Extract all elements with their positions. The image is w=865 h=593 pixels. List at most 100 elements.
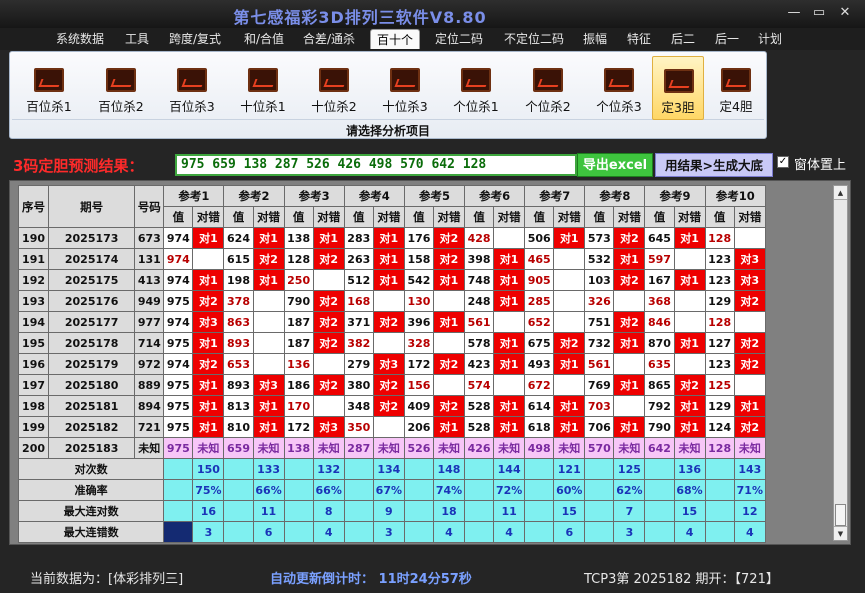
ref-mark [553, 290, 586, 312]
menu-item-9[interactable]: 特征 [622, 29, 656, 49]
stats-value: 148 [432, 458, 466, 480]
menu-item-2[interactable]: 跨度/复式 [164, 29, 226, 49]
stats-spacer [343, 500, 374, 522]
ref-value: 198 [223, 269, 254, 291]
ref-value: 790 [283, 290, 314, 312]
ref-value: 398 [464, 248, 495, 270]
menu-item-4[interactable]: 合差/通杀 [300, 29, 358, 49]
ref-mark: 对1 [493, 248, 526, 270]
ref-mark [432, 290, 466, 312]
ref-header: 参考5 [403, 185, 466, 207]
sub-header-value: 值 [704, 206, 735, 228]
scroll-thumb[interactable] [835, 504, 846, 526]
menu-item-0[interactable]: 系统数据 [52, 29, 108, 49]
ref-mark: 对2 [192, 290, 225, 312]
row-issue: 2025179 [48, 353, 136, 375]
menu-item-3[interactable]: 和/合值 [238, 29, 290, 49]
row-seq: 197 [17, 374, 50, 396]
prediction-value: 642 [644, 437, 675, 459]
chart-icon [604, 68, 634, 92]
menu-item-10[interactable]: 后二 [666, 29, 700, 49]
prediction-mark: 未知 [613, 437, 646, 459]
stats-spacer [163, 479, 194, 501]
ref-header: 参考7 [524, 185, 586, 207]
ref-value: 975 [163, 290, 194, 312]
ref-mark [493, 227, 526, 249]
sub-header-mark: 对错 [613, 206, 646, 228]
result-field[interactable]: 975 659 138 287 526 426 498 570 642 128 [175, 154, 577, 176]
title-bar: 第七感福彩3D排列三软件V8.80 — ▭ ✕ [0, 0, 865, 28]
result-label: 3码定胆预测结果： [13, 157, 144, 175]
ribbon-button-label: 百位杀2 [98, 99, 144, 114]
close-icon[interactable]: ✕ [832, 4, 858, 22]
prediction-value: 570 [584, 437, 615, 459]
ribbon-button-5[interactable]: 十位杀3 [370, 56, 440, 120]
row-seq: 200 [17, 437, 50, 459]
maximize-icon[interactable]: ▭ [806, 4, 832, 22]
ribbon-button-9[interactable]: 定3胆 [652, 56, 704, 120]
ref-mark: 对2 [553, 332, 586, 354]
ribbon-button-2[interactable]: 百位杀3 [157, 56, 227, 120]
ref-value: 893 [223, 332, 254, 354]
ribbon-button-8[interactable]: 个位杀3 [584, 56, 654, 120]
ribbon-button-7[interactable]: 个位杀2 [513, 56, 583, 120]
ref-mark: 对1 [192, 332, 225, 354]
prediction-mark: 未知 [192, 437, 225, 459]
row-seq: 195 [17, 332, 50, 354]
ribbon-button-label: 定4胆 [719, 99, 753, 114]
ref-value: 703 [584, 395, 615, 417]
ribbon-button-1[interactable]: 百位杀2 [86, 56, 156, 120]
ref-value: 348 [343, 395, 374, 417]
prediction-mark: 未知 [432, 437, 466, 459]
ref-mark: 对1 [192, 374, 225, 396]
menu-item-11[interactable]: 后一 [710, 29, 744, 49]
ref-value: 128 [283, 248, 314, 270]
export-excel-button[interactable]: 导出excel [577, 153, 653, 177]
vertical-scrollbar[interactable]: ▲ ▼ [833, 185, 848, 541]
ref-value: 103 [584, 269, 615, 291]
stay-on-top-checkbox[interactable]: ✓ [777, 156, 789, 168]
ref-mark [613, 395, 646, 417]
stats-spacer [524, 479, 555, 501]
ref-mark [312, 395, 345, 417]
row-issue: 2025176 [48, 290, 136, 312]
stats-value: 150 [192, 458, 225, 480]
ref-mark: 对1 [613, 374, 646, 396]
ribbon-button-3[interactable]: 十位杀1 [228, 56, 298, 120]
minimize-icon[interactable]: — [781, 4, 807, 22]
stats-spacer [584, 500, 615, 522]
scroll-up-icon[interactable]: ▲ [834, 186, 847, 200]
menu-item-7[interactable]: 不定位二码 [498, 29, 570, 49]
scroll-down-icon[interactable]: ▼ [834, 526, 847, 540]
stats-spacer [464, 458, 495, 480]
stats-value: 4 [312, 521, 345, 543]
menu-item-12[interactable]: 计划 [756, 29, 784, 49]
generate-base-button[interactable]: 用结果>生成大底 [655, 153, 773, 177]
stats-value: 9 [372, 500, 405, 522]
menu-item-8[interactable]: 振幅 [578, 29, 612, 49]
ribbon-button-4[interactable]: 十位杀2 [299, 56, 369, 120]
ribbon-button-6[interactable]: 个位杀1 [441, 56, 511, 120]
row-code: 894 [134, 395, 165, 417]
ref-value: 493 [524, 353, 555, 375]
menu-item-1[interactable]: 工具 [120, 29, 154, 49]
ref-mark [553, 374, 586, 396]
ref-mark: 对2 [673, 374, 706, 396]
ref-value: 975 [163, 374, 194, 396]
menu-item-6[interactable]: 定位二码 [430, 29, 488, 49]
ref-mark [252, 353, 285, 375]
stats-value: 18 [432, 500, 466, 522]
prediction-mark: 未知 [312, 437, 345, 459]
stats-label: 准确率 [17, 479, 165, 501]
ref-header: 参考1 [163, 185, 225, 207]
stats-spacer [584, 521, 615, 543]
ref-mark [493, 374, 526, 396]
menu-item-5[interactable]: 百十个 [370, 29, 420, 49]
stats-value: 11 [493, 500, 526, 522]
ref-value: 263 [343, 248, 374, 270]
row-issue: 2025177 [48, 311, 136, 333]
ref-value: 706 [584, 416, 615, 438]
ribbon-button-0[interactable]: 百位杀1 [14, 56, 84, 120]
stats-value: 66% [252, 479, 285, 501]
ribbon-button-10[interactable]: 定4胆 [710, 56, 762, 120]
